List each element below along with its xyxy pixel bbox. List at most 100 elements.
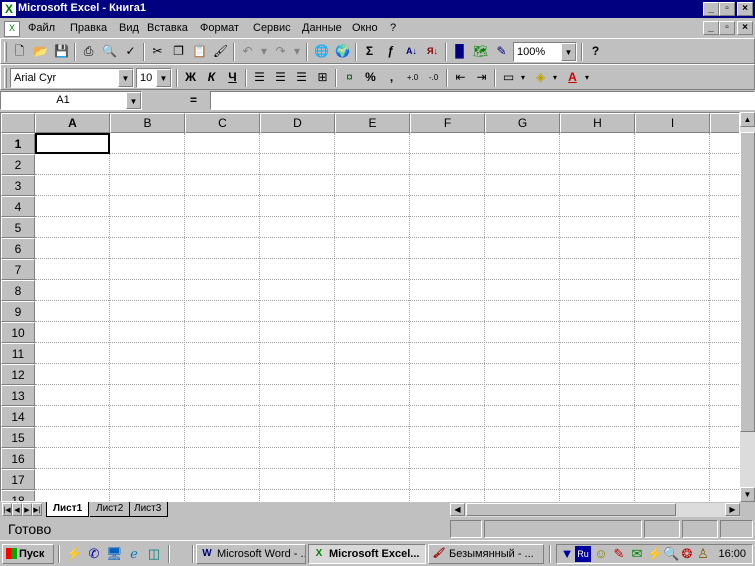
spelling-icon[interactable]: ✓ (120, 42, 141, 62)
align-left-icon[interactable]: ☰ (249, 68, 270, 88)
doc-close-button[interactable]: × (737, 21, 753, 35)
scroll-right-icon[interactable]: ▶ (725, 503, 740, 516)
chevron-down-icon[interactable]: ▾ (518, 68, 528, 88)
row-header[interactable]: 5 (1, 217, 35, 238)
chevron-down-icon[interactable]: ▼ (126, 92, 141, 109)
tray-icon[interactable]: ✉ (629, 546, 645, 562)
row-header[interactable]: 14 (1, 406, 35, 427)
new-document-icon[interactable]: 🗋 (9, 42, 30, 62)
scroll-left-icon[interactable]: ◀ (450, 503, 465, 516)
increase-indent-icon[interactable]: ⇥ (471, 68, 492, 88)
chevron-down-icon[interactable]: ▾ (582, 68, 592, 88)
column-header[interactable] (710, 113, 739, 133)
row-header[interactable]: 17 (1, 469, 35, 490)
cut-icon[interactable]: ✂ (147, 42, 168, 62)
horizontal-scrollbar[interactable]: ◀ ▶ (450, 503, 740, 517)
active-cell[interactable] (35, 133, 110, 154)
office-assistant-icon[interactable]: ? (585, 42, 606, 62)
toolbar-grip[interactable] (4, 68, 7, 88)
percent-button[interactable]: % (360, 68, 381, 88)
chevron-down-icon[interactable]: ▼ (156, 69, 171, 87)
select-all-button[interactable] (1, 113, 35, 133)
internet-explorer-icon[interactable]: ℯ (126, 546, 142, 562)
column-header[interactable]: B (110, 113, 185, 133)
fill-color-icon[interactable]: ◈ (530, 68, 551, 88)
row-header[interactable]: 1 (1, 133, 35, 154)
menu-format[interactable]: Формат (200, 22, 239, 34)
row-header[interactable]: 2 (1, 154, 35, 175)
menu-view[interactable]: Вид (119, 22, 139, 34)
underline-button[interactable]: Ч (222, 68, 243, 88)
row-header[interactable]: 11 (1, 343, 35, 364)
chart-wizard-icon[interactable]: ▐▌ (449, 42, 470, 62)
redo-dropdown-icon[interactable]: ▾ (291, 42, 303, 62)
quicklaunch-icon[interactable]: 🖥 (106, 546, 123, 562)
toolbar-grip[interactable] (4, 42, 7, 62)
formula-input[interactable] (210, 91, 755, 110)
align-center-icon[interactable]: ☰ (270, 68, 291, 88)
redo-icon[interactable]: ↷ (270, 42, 291, 62)
copy-icon[interactable]: ❐ (168, 42, 189, 62)
maximize-button[interactable]: ▫ (719, 2, 735, 16)
start-button[interactable]: Пуск (2, 544, 54, 564)
doc-restore-button[interactable]: ▫ (719, 21, 735, 35)
menu-help[interactable]: ? (390, 22, 396, 34)
column-header[interactable]: H (560, 113, 635, 133)
bold-button[interactable]: Ж (180, 68, 201, 88)
row-header[interactable]: 6 (1, 238, 35, 259)
chevron-down-icon[interactable]: ▼ (561, 43, 576, 61)
autosum-icon[interactable]: Σ (359, 42, 380, 62)
minimize-button[interactable]: _ (703, 2, 719, 16)
document-icon[interactable]: X (4, 21, 20, 37)
scroll-up-icon[interactable]: ▲ (740, 112, 755, 127)
font-color-icon[interactable]: A (562, 68, 583, 88)
currency-icon[interactable]: ¤ (339, 68, 360, 88)
row-header[interactable]: 16 (1, 448, 35, 469)
save-icon[interactable]: 💾 (51, 42, 72, 62)
print-preview-icon[interactable]: 🔍 (99, 42, 120, 62)
map-icon[interactable]: 🗺 (470, 42, 491, 62)
close-button[interactable]: × (737, 2, 753, 16)
tray-icon[interactable]: ☺ (593, 546, 609, 562)
sheet-tab-2[interactable]: Лист2 (90, 502, 131, 517)
first-sheet-icon[interactable]: |◀ (2, 503, 12, 516)
column-header[interactable]: G (485, 113, 560, 133)
row-header[interactable]: 4 (1, 196, 35, 217)
row-header[interactable]: 7 (1, 259, 35, 280)
row-header[interactable]: 12 (1, 364, 35, 385)
column-header[interactable]: F (410, 113, 485, 133)
align-right-icon[interactable]: ☰ (291, 68, 312, 88)
tray-icon[interactable]: ⚡ (647, 546, 663, 562)
scroll-down-icon[interactable]: ▼ (740, 487, 755, 502)
chevron-down-icon[interactable]: ▼ (118, 69, 133, 87)
undo-icon[interactable]: ↶ (237, 42, 258, 62)
print-icon[interactable]: ⎙ (78, 42, 99, 62)
column-header[interactable]: C (185, 113, 260, 133)
row-header[interactable]: 8 (1, 280, 35, 301)
zoom-select[interactable]: 100% ▼ (513, 42, 577, 62)
tray-icon[interactable]: ▼ (559, 546, 575, 562)
decrease-indent-icon[interactable]: ⇤ (450, 68, 471, 88)
format-painter-icon[interactable]: 🖌 (210, 42, 231, 62)
column-header[interactable]: I (635, 113, 710, 133)
row-header[interactable]: 9 (1, 301, 35, 322)
worksheet-grid[interactable]: ABCDEFGHI 1 2 3 4 5 6 7 8 9 10 11 12 13 14 15 16 17 18 (0, 112, 740, 502)
menu-window[interactable]: Окно (352, 22, 378, 34)
row-header[interactable]: 15 (1, 427, 35, 448)
vertical-scrollbar[interactable]: ▲ ▼ (740, 112, 755, 502)
web-toolbar-icon[interactable]: 🌍 (332, 42, 353, 62)
scroll-thumb[interactable] (740, 132, 755, 432)
prev-sheet-icon[interactable]: ◀ (12, 503, 22, 516)
sort-descending-icon[interactable]: Я↓ (422, 42, 443, 62)
menu-tools[interactable]: Сервис (253, 22, 291, 34)
decrease-decimal-icon[interactable]: -.0 (423, 68, 444, 88)
menu-file[interactable]: Файл (28, 22, 55, 34)
paste-icon[interactable]: 📋 (189, 42, 210, 62)
font-size-select[interactable]: 10 ▼ (136, 68, 172, 88)
row-header[interactable]: 18 (1, 490, 35, 501)
row-header[interactable]: 10 (1, 322, 35, 343)
drawing-icon[interactable]: ✎ (491, 42, 512, 62)
chevron-down-icon[interactable]: ▾ (550, 68, 560, 88)
hscroll-thumb[interactable] (466, 503, 676, 516)
column-header[interactable]: E (335, 113, 410, 133)
